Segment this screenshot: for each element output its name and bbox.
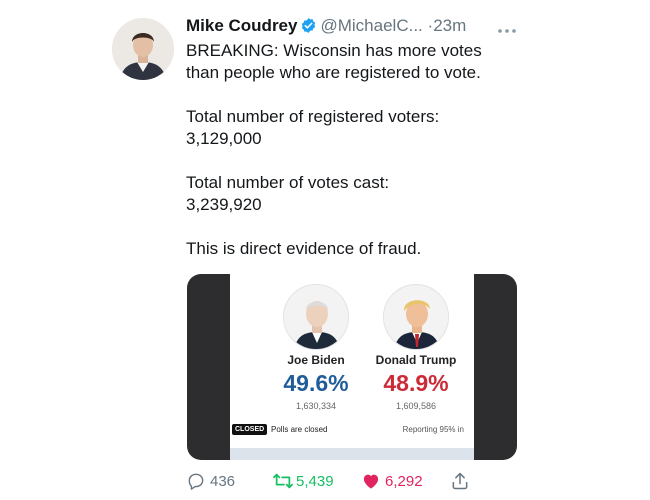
user-handle[interactable]: @MichaelC... — [320, 16, 422, 35]
like-count: 6,292 — [385, 473, 423, 490]
retweet-count: 5,439 — [296, 473, 334, 490]
share-icon — [452, 472, 468, 490]
candidate-photo-trump — [383, 284, 449, 350]
display-name[interactable]: Mike Coudrey — [186, 16, 297, 35]
tweet-line: This is direct evidence of fraud. — [186, 239, 422, 258]
candidate-votes-biden: 1,630,334 — [295, 401, 337, 411]
reporting-text: Reporting 95% in — [402, 425, 464, 434]
profile-photo — [112, 18, 174, 80]
tweet-line: than people who are registered to vote. — [186, 63, 481, 82]
card-divider — [230, 448, 474, 460]
polls-status-text: Polls are closed — [271, 425, 328, 434]
tweet-line: Total number of registered voters: — [186, 107, 440, 126]
candidate-percent-biden: 49.6% — [283, 370, 349, 396]
tweet-header: Mike Coudrey @MichaelC... ·23m — [186, 16, 466, 40]
tweet-line: 3,129,000 — [186, 129, 262, 148]
avatar[interactable] — [112, 18, 174, 80]
candidate-votes-trump: 1,609,586 — [395, 401, 437, 411]
candidate-percent-trump: 48.9% — [383, 370, 449, 396]
media-card[interactable]: Joe Biden Donald Trump 49.6% 48.9% 1,630… — [187, 274, 517, 460]
timestamp[interactable]: 23m — [433, 16, 466, 35]
tweet-actions: 436 5,439 6,292 — [186, 470, 486, 494]
verified-badge-icon — [300, 17, 317, 34]
candidate-photo-biden — [283, 284, 349, 350]
tweet-line: 3,239,920 — [186, 195, 262, 214]
reply-count: 436 — [210, 473, 236, 490]
status-badge: CLOSED — [232, 424, 268, 435]
election-results-image: Joe Biden Donald Trump 49.6% 48.9% 1,630… — [230, 274, 474, 460]
tweet-line: Total number of votes cast: — [186, 173, 390, 192]
more-options-icon[interactable] — [497, 22, 517, 33]
candidate-name-biden: Joe Biden — [287, 353, 345, 367]
tweet[interactable]: Mike Coudrey @MichaelC... ·23m BREAKING: … — [0, 0, 650, 500]
reply-icon — [188, 473, 204, 490]
retweet-icon — [273, 473, 293, 489]
tweet-line: BREAKING: Wisconsin has more votes — [186, 41, 482, 60]
heart-icon — [363, 474, 379, 489]
candidate-name-trump: Donald Trump — [375, 353, 457, 367]
tweet-text: BREAKING: Wisconsin has more votes than … — [186, 40, 566, 260]
